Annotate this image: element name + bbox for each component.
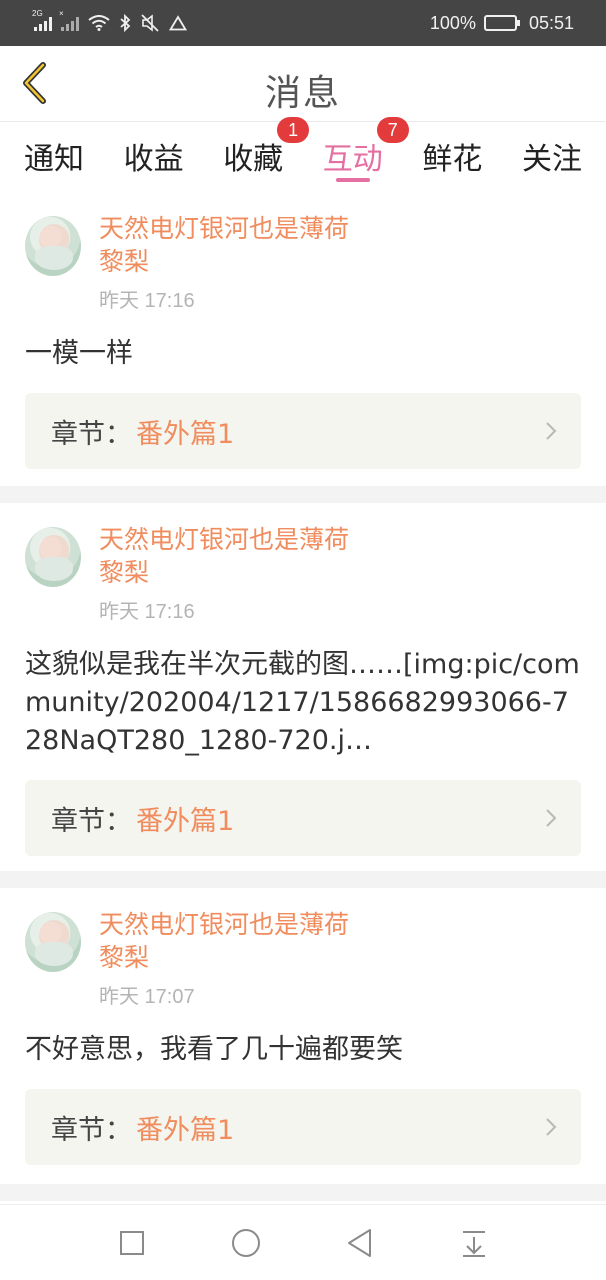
message-list: 天然电灯银河也是薄荷 黎梨 昨天 17:16 一模一样 章节： 番外篇1 天然电… <box>0 192 606 1201</box>
chapter-link[interactable]: 章节： 番外篇1 <box>25 393 581 469</box>
wifi-icon <box>88 15 110 31</box>
system-nav-bar <box>0 1204 606 1280</box>
warning-icon <box>169 15 187 31</box>
square-icon <box>120 1230 144 1255</box>
user-name-line2[interactable]: 黎梨 <box>99 245 349 278</box>
pull-down-icon <box>463 1230 485 1257</box>
chevron-right-icon <box>546 1118 557 1136</box>
tab-label: 关注 <box>521 142 582 177</box>
user-name-line2[interactable]: 黎梨 <box>99 556 349 589</box>
badge-count: 7 <box>376 117 409 143</box>
tab-label: 收藏 <box>223 142 284 177</box>
app-header: 消息 <box>0 46 606 122</box>
chapter-label: 章节： <box>51 418 132 450</box>
status-icons: 2G × <box>32 9 187 32</box>
status-right: 100% 05:51 <box>430 13 574 34</box>
message-item[interactable]: 天然电灯银河也是薄荷 黎梨 昨天 17:16 这貌似是我在半次元截的图……[im… <box>0 503 606 871</box>
circle-icon <box>232 1228 260 1257</box>
badge-count: 1 <box>277 117 310 143</box>
chapter-value: 番外篇1 <box>136 805 235 837</box>
message-content: 不好意思，我看了几十遍都要笑 <box>25 1034 403 1065</box>
chapter-link[interactable]: 章节： 番外篇1 <box>25 1089 581 1165</box>
tab-following[interactable]: 关注 <box>522 122 582 192</box>
tab-earnings[interactable]: 收益 <box>124 122 184 192</box>
divider <box>0 871 606 888</box>
tab-bar: 通知 收益 收藏 1 互动 7 鲜花 关注 <box>0 117 606 192</box>
mute-icon <box>141 14 159 32</box>
message-content: 一模一样 <box>25 338 133 369</box>
timestamp: 昨天 17:16 <box>99 290 195 312</box>
timestamp: 昨天 17:07 <box>99 986 195 1008</box>
chapter-label: 章节： <box>51 1114 132 1146</box>
chapter-value: 番外篇1 <box>136 1114 235 1146</box>
signal-icon-2: × <box>59 9 79 31</box>
divider <box>0 486 606 503</box>
bluetooth-icon <box>120 14 131 32</box>
signal-icon: 2G <box>32 9 52 31</box>
user-name[interactable]: 天然电灯银河也是薄荷 <box>99 212 349 245</box>
divider <box>0 1184 606 1201</box>
recent-apps-button[interactable] <box>114 1225 150 1261</box>
chapter-label: 章节： <box>51 805 132 837</box>
tab-label: 收益 <box>123 142 184 177</box>
timestamp: 昨天 17:16 <box>99 601 195 623</box>
message-item[interactable]: 天然电灯银河也是薄荷 黎梨 昨天 17:07 不好意思，我看了几十遍都要笑 章节… <box>0 888 606 1184</box>
message-content: 这貌似是我在半次元截的图……[img:pic/community/202004/… <box>25 649 580 756</box>
tab-interactions[interactable]: 互动 7 <box>322 117 409 192</box>
battery-icon <box>483 15 520 31</box>
network-type-label: 2G <box>32 9 43 18</box>
tab-flowers[interactable]: 鲜花 <box>422 122 482 192</box>
page-title: 消息 <box>264 73 341 114</box>
avatar[interactable] <box>25 216 81 276</box>
triangle-back-icon <box>348 1228 371 1257</box>
battery-percent: 100% <box>429 12 476 33</box>
user-name[interactable]: 天然电灯银河也是薄荷 <box>99 908 349 941</box>
chapter-value: 番外篇1 <box>136 418 235 450</box>
user-name[interactable]: 天然电灯银河也是薄荷 <box>99 523 349 556</box>
tab-favorites[interactable]: 收藏 1 <box>223 117 310 192</box>
user-name-line2[interactable]: 黎梨 <box>99 941 349 974</box>
avatar[interactable] <box>25 527 81 587</box>
chapter-link[interactable]: 章节： 番外篇1 <box>25 780 581 856</box>
clock: 05:51 <box>528 12 574 33</box>
chevron-right-icon <box>546 809 557 827</box>
system-back-button[interactable] <box>342 1225 378 1261</box>
tab-notifications[interactable]: 通知 <box>24 122 84 192</box>
tab-label: 通知 <box>24 142 84 177</box>
notification-shade-button[interactable] <box>456 1225 492 1261</box>
avatar[interactable] <box>25 912 81 972</box>
chevron-right-icon <box>546 422 557 440</box>
message-item[interactable]: 天然电灯银河也是薄荷 黎梨 昨天 17:16 一模一样 章节： 番外篇1 <box>0 192 606 486</box>
tab-label: 互动 <box>322 142 383 177</box>
home-button[interactable] <box>228 1225 264 1261</box>
tab-label: 鲜花 <box>422 142 483 177</box>
status-bar: 2G × 100% 05:51 <box>0 0 606 46</box>
